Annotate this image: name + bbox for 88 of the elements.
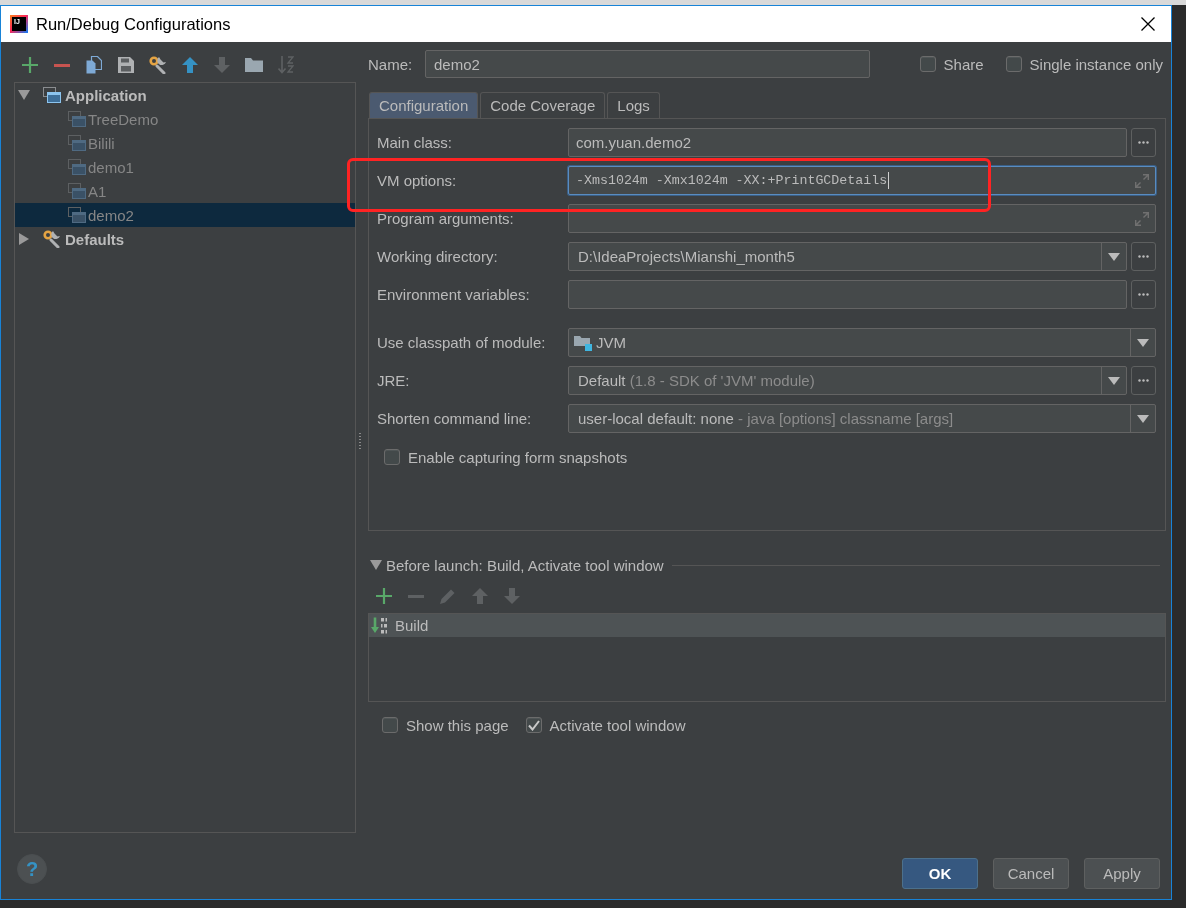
tree-item[interactable]: Defaults xyxy=(15,227,355,251)
checkbox-label[interactable]: Share xyxy=(943,55,984,73)
tree-item[interactable]: demo1 xyxy=(15,155,355,179)
plus-icon xyxy=(22,57,38,73)
tab[interactable]: Code Coverage xyxy=(480,92,606,118)
checkbox-label[interactable]: Enable capturing form snapshots xyxy=(408,448,628,466)
browse-button[interactable] xyxy=(1131,280,1156,309)
field-label: Use classpath of module: xyxy=(377,334,547,351)
ellipsis-icon xyxy=(1138,379,1149,382)
expand-icon[interactable] xyxy=(1135,211,1149,226)
field-label: Environment variables: xyxy=(377,286,531,303)
ellipsis-icon xyxy=(1138,141,1149,144)
caret-right-icon[interactable] xyxy=(19,233,29,245)
checkbox[interactable] xyxy=(384,449,400,465)
browse-button[interactable] xyxy=(1131,128,1156,157)
checkbox-label[interactable]: Activate tool window xyxy=(549,716,686,734)
arrow-down-icon xyxy=(214,57,230,73)
folder-icon xyxy=(245,58,263,72)
input-field[interactable]: com.yuan.demo2 xyxy=(568,128,1127,157)
checkbox[interactable] xyxy=(382,717,398,733)
text-cursor xyxy=(888,172,890,189)
window-icon xyxy=(68,159,86,175)
dialog-button[interactable]: Cancel xyxy=(993,858,1069,889)
ellipsis-icon xyxy=(1138,255,1149,258)
dropdown-field[interactable]: JVM xyxy=(568,328,1156,357)
checkbox[interactable] xyxy=(1005,56,1022,72)
arrow-up-icon xyxy=(472,588,488,604)
input-field[interactable] xyxy=(568,204,1156,233)
dialog-button[interactable]: Apply xyxy=(1084,858,1160,889)
input-field[interactable] xyxy=(568,280,1127,309)
window-title: Run/Debug Configurations xyxy=(36,14,231,34)
close-icon xyxy=(1141,17,1155,31)
copy-icon xyxy=(86,56,102,74)
arrow-up-icon xyxy=(182,57,198,73)
tree-item[interactable]: A1 xyxy=(15,179,355,203)
task-item[interactable]: Build xyxy=(369,614,1165,637)
tree-item[interactable]: Application xyxy=(15,83,355,107)
minus-icon xyxy=(54,63,70,67)
caret-down-icon xyxy=(1137,414,1149,423)
input-field[interactable]: -Xms1024m -Xmx1024m -XX:+PrintGCDetails xyxy=(568,166,1156,195)
wrench-icon xyxy=(149,56,167,74)
field-label: JRE: xyxy=(377,372,411,389)
caret-down-icon xyxy=(1108,376,1120,385)
field-label: Main class: xyxy=(377,134,454,151)
wrench-icon xyxy=(43,230,61,248)
tree-item[interactable]: Bilili xyxy=(15,131,355,155)
window-icon xyxy=(68,135,86,151)
arrow-bits-icon xyxy=(371,616,389,635)
browse-button[interactable] xyxy=(1131,242,1156,271)
window-icon xyxy=(68,207,86,223)
name-label: Name: xyxy=(368,55,414,73)
dropdown-field[interactable]: user-local default: none - java [options] classname [args] xyxy=(568,404,1156,433)
caret-down-icon xyxy=(1108,252,1120,261)
checkbox[interactable] xyxy=(525,717,542,733)
caret-down-icon[interactable] xyxy=(18,90,30,100)
field-label: Working directory: xyxy=(377,248,499,265)
dropdown-field[interactable]: D:\IdeaProjects\Mianshi_month5 xyxy=(568,242,1127,271)
field-label: VM options: xyxy=(377,172,458,189)
save-icon xyxy=(118,57,134,73)
checkbox-label[interactable]: Show this page xyxy=(406,716,509,734)
tab[interactable]: Configuration xyxy=(369,92,479,118)
caret-down-icon[interactable] xyxy=(370,560,382,570)
splitter-handle[interactable] xyxy=(359,432,361,449)
tree-item[interactable]: TreeDemo xyxy=(15,107,355,131)
ellipsis-icon xyxy=(1138,293,1149,296)
field-label: Program arguments: xyxy=(377,210,515,227)
check-icon xyxy=(527,719,540,731)
arrow-down-icon xyxy=(504,588,520,604)
field-label: Shorten command line: xyxy=(377,410,533,427)
tab[interactable]: Logs xyxy=(607,92,660,118)
window-icon xyxy=(68,183,86,199)
browse-button[interactable] xyxy=(1131,366,1156,395)
checkbox-label[interactable]: Single instance only xyxy=(1029,55,1163,73)
sort-icon xyxy=(278,56,294,74)
caret-down-icon xyxy=(1137,338,1149,347)
section-title[interactable]: Before launch: Build, Activate tool window xyxy=(386,556,664,574)
tree-item[interactable]: demo2 xyxy=(15,203,355,227)
window-icon xyxy=(43,87,61,103)
dialog-button[interactable]: OK xyxy=(902,858,978,889)
name-field[interactable]: demo2 xyxy=(425,50,870,78)
plus-icon xyxy=(376,588,392,604)
dropdown-field[interactable]: Default (1.8 - SDK of 'JVM' module) xyxy=(568,366,1127,395)
minus-icon xyxy=(408,594,424,598)
module-folder-icon xyxy=(574,334,592,351)
expand-icon[interactable] xyxy=(1135,173,1149,188)
checkbox[interactable] xyxy=(919,56,936,72)
pencil-icon xyxy=(440,588,456,604)
window-icon xyxy=(68,111,86,127)
